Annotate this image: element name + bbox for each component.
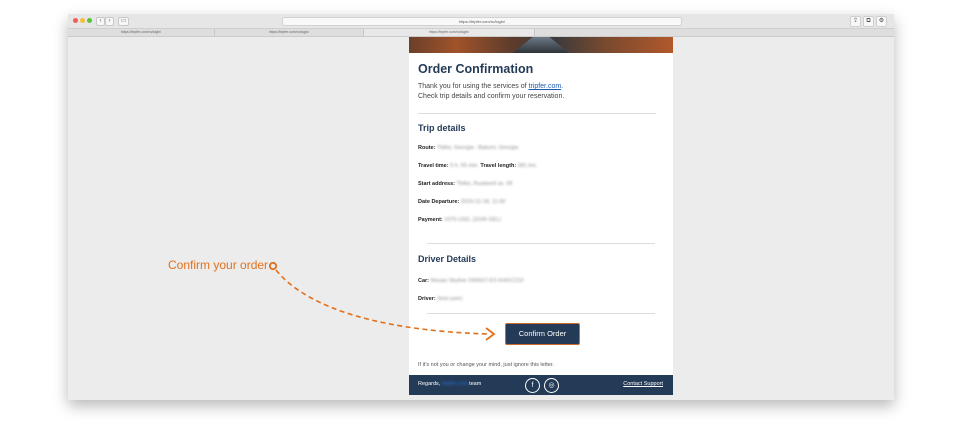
callout-arrow bbox=[268, 261, 496, 341]
callout-arrow-path bbox=[275, 269, 489, 335]
callout-arrowhead bbox=[485, 327, 496, 341]
callout-arrow-origin bbox=[268, 261, 278, 271]
